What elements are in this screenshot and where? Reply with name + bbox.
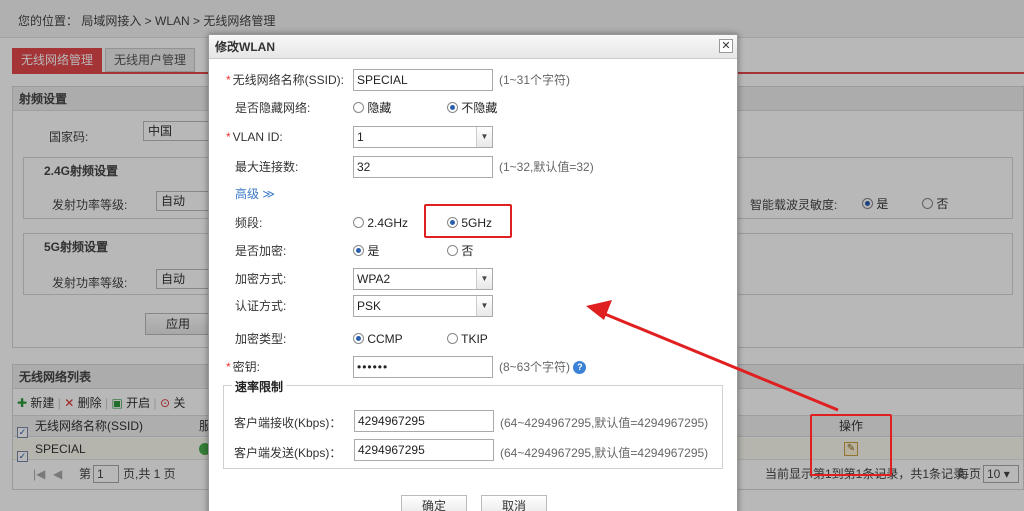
arrow-head — [586, 300, 612, 320]
annotation-arrow — [586, 300, 839, 412]
arrow-shaft — [599, 310, 839, 412]
